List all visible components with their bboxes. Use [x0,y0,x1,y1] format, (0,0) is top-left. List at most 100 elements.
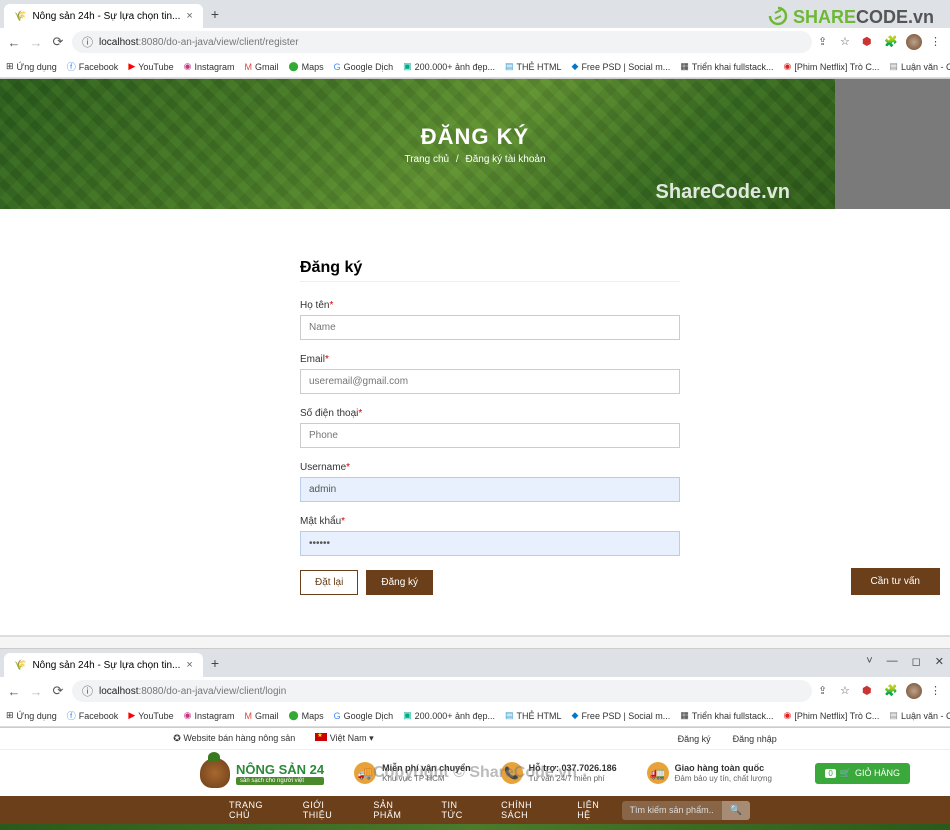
bookmark-gmail[interactable]: MGmail [245,62,279,72]
forward-icon[interactable]: → [28,35,44,50]
reset-button[interactable]: Đặt lại [300,570,358,595]
bookmark-images[interactable]: ▣200.000+ ảnh đẹp... [403,710,495,721]
tab-title: Nông sản 24h - Sự lựa chọn tin... [32,11,180,22]
profile-avatar[interactable] [906,683,922,699]
info-delivery: 🚛 Giao hàng toàn quốcĐảm bảo uy tín, chấ… [647,762,772,784]
forward-icon[interactable]: → [28,684,44,699]
hero-strip [0,824,950,830]
watermark-center: Copyright © ShareCode.vn [373,764,577,782]
share-icon[interactable]: ⇪ [818,35,832,49]
name-field[interactable] [300,315,680,340]
close-icon[interactable]: × [186,659,192,671]
bookmark-html[interactable]: ▤THẺ HTML [505,710,562,721]
cart-button[interactable]: 0 🛒 GIỎ HÀNG [815,763,910,784]
star-icon[interactable]: ☆ [840,684,854,698]
bookmark-images[interactable]: ▣200.000+ ảnh đẹp... [403,61,495,72]
reload-icon[interactable]: ⟳ [50,34,66,50]
site-info-icon[interactable]: ⓘ [82,34,93,50]
menu-icon[interactable]: ⋮ [930,35,944,49]
share-icon[interactable]: ⇪ [818,684,832,698]
bookmark-html[interactable]: ▤THẺ HTML [505,61,562,72]
bookmark-trien[interactable]: ▦Triển khai fullstack... [680,61,773,72]
username-label: Username* [300,462,680,473]
back-icon[interactable]: ← [6,35,22,50]
bookmark-maps[interactable]: ⬤Maps [289,710,324,721]
nav-about[interactable]: GIỚI THIỆU [289,800,360,820]
nav-products[interactable]: SẢN PHẨM [359,800,427,820]
breadcrumb: Trang chủ / Đăng ký tài khoản [404,154,545,165]
topbar-lang[interactable]: Việt Nam ▾ [309,731,379,746]
bookmark-youtube[interactable]: ▶YouTube [128,61,173,72]
bookmark-youtube[interactable]: ▶YouTube [128,710,173,721]
minimize-icon[interactable]: — [887,655,898,668]
site-info-icon[interactable]: ⓘ [82,683,93,699]
nav-policy[interactable]: CHÍNH SÁCH [487,800,563,820]
search-input[interactable] [622,801,722,819]
extension-icon[interactable]: ⬢ [862,684,876,698]
bookmark-maps[interactable]: ⬤Maps [289,61,324,72]
watermark-logo: SHARECODE.vn [768,6,934,28]
nav-contact[interactable]: LIÊN HỆ [563,800,621,820]
search-icon[interactable]: 🔍 [722,801,750,820]
email-field[interactable] [300,369,680,394]
bookmark-gdich[interactable]: GGoogle Dịch [334,711,394,721]
username-field[interactable] [300,477,680,502]
topbar-login[interactable]: Đăng nhập [727,732,783,746]
bookmark-gmail[interactable]: MGmail [245,711,279,721]
puzzle-icon[interactable]: 🧩 [884,35,898,49]
password-field[interactable] [300,531,680,556]
new-tab-button[interactable]: + [203,655,227,671]
back-icon[interactable]: ← [6,684,22,699]
maximize-icon[interactable]: ◻ [912,655,921,668]
browser-tab[interactable]: 🌾 Nông sản 24h - Sự lựa chọn tin... × [4,4,203,28]
bookmark-phim[interactable]: ◉[Phim Netflix] Trò C... [784,710,880,721]
topbar-register[interactable]: Đăng ký [672,732,717,746]
close-window-icon[interactable]: ✕ [935,655,944,668]
delivery-icon: 🚛 [647,762,669,784]
bookmark-trien[interactable]: ▦Triển khai fullstack... [680,710,773,721]
bookmark-facebook[interactable]: ⓕFacebook [67,709,119,722]
phone-field[interactable] [300,423,680,448]
extension-icon[interactable]: ⬢ [862,35,876,49]
close-icon[interactable]: × [186,10,192,22]
bookmark-instagram[interactable]: ◉Instagram [184,61,235,72]
phone-label: Số điện thoại* [300,408,680,419]
new-tab-button[interactable]: + [203,6,227,22]
bookmark-apps[interactable]: ⊞Ứng dụng [6,710,57,721]
nav-news[interactable]: TIN TỨC [428,800,488,820]
page-title: ĐĂNG KÝ [421,124,529,150]
bookmark-facebook[interactable]: ⓕFacebook [67,60,119,73]
nav-search: 🔍 [622,801,750,820]
reload-icon[interactable]: ⟳ [50,683,66,699]
bookmark-phim[interactable]: ◉[Phim Netflix] Trò C... [784,61,880,72]
cart-count: 0 [825,769,835,778]
password-label: Mật khẩu* [300,516,680,527]
browser-tab[interactable]: 🌾 Nông sản 24h - Sự lựa chọn tin... × [4,653,203,677]
bookmark-apps[interactable]: ⊞Ứng dụng [6,61,57,72]
submit-button[interactable]: Đăng ký [366,570,433,595]
url-text: localhost:8080/do-an-java/view/client/re… [99,37,299,48]
tab-favicon: 🌾 [14,11,26,22]
address-bar[interactable]: ⓘ localhost:8080/do-an-java/view/client/… [72,31,812,53]
bookmark-instagram[interactable]: ◉Instagram [184,710,235,721]
puzzle-icon[interactable]: 🧩 [884,684,898,698]
site-logo[interactable]: NÔNG SẢN 24 sản sạch cho người việt [200,758,324,788]
address-bar[interactable]: ⓘ localhost:8080/do-an-java/view/client/… [72,680,812,702]
bookmark-psd[interactable]: ◆Free PSD | Social m... [572,61,671,72]
register-form: Đăng ký Họ tên* Email* Số điện thoại* Us… [300,259,680,595]
bookmark-gdich[interactable]: GGoogle Dịch [334,62,394,72]
consult-button[interactable]: Cần tư vấn [851,568,941,595]
menu-icon[interactable]: ⋮ [930,684,944,698]
star-icon[interactable]: ☆ [840,35,854,49]
bookmark-psd[interactable]: ◆Free PSD | Social m... [572,710,671,721]
title-dropdown-icon[interactable]: ˅ [866,655,872,668]
breadcrumb-home[interactable]: Trang chủ [404,154,449,165]
bookmarks-bar: ⊞Ứng dụng ⓕFacebook ▶YouTube ◉Instagram … [0,56,950,78]
midbar: Copyright © ShareCode.vn NÔNG SẢN 24 sản… [0,750,950,796]
hero-banner: ĐĂNG KÝ Trang chủ / Đăng ký tài khoản [0,79,950,209]
bookmark-luan[interactable]: ▤Luận văn - Các nhâ... [889,710,950,721]
profile-avatar[interactable] [906,34,922,50]
bookmark-luan[interactable]: ▤Luận văn - Các nhâ... [889,61,950,72]
nav-home[interactable]: TRANG CHỦ [215,800,289,820]
topbar-website[interactable]: ✪ Website bán hàng nông sản [167,731,301,746]
